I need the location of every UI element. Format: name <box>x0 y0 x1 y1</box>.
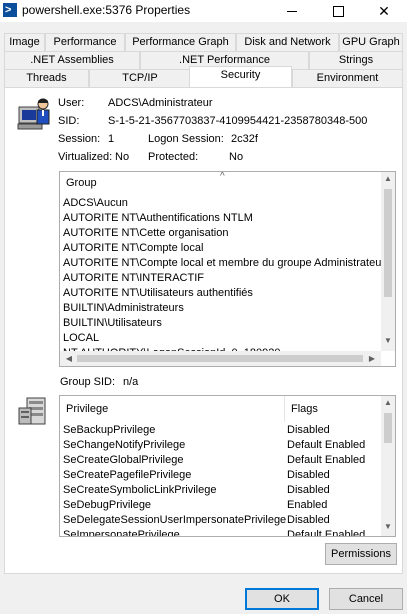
tab-strings[interactable]: Strings <box>309 51 403 69</box>
group-row[interactable]: AUTORITE NT\INTERACTIF <box>60 271 204 286</box>
group-row[interactable]: AUTORITE NT\Authentifications NTLM <box>60 211 253 226</box>
tab-performance-graph[interactable]: Performance Graph <box>125 33 236 51</box>
tab-performance[interactable]: Performance <box>45 33 125 51</box>
virtualized-label: Virtualized: <box>58 151 113 163</box>
privilege-row[interactable]: SeDelegateSessionUserImpersonatePrivileg… <box>60 513 286 528</box>
group-row[interactable]: LOCAL <box>60 331 99 346</box>
privilege-flags: Disabled <box>287 424 330 436</box>
tab-tcp-ip[interactable]: TCP/IP <box>89 69 191 87</box>
sort-ascending-icon: ^ <box>220 171 225 182</box>
title-bar[interactable]: > powershell.exe:5376 Properties ✕ <box>0 0 407 22</box>
permissions-button[interactable]: Permissions <box>325 543 397 565</box>
logon-session-value: 2c32f <box>231 133 258 145</box>
scroll-down-arrow-icon[interactable]: ▼ <box>381 522 395 531</box>
session-label: Session: <box>58 133 101 145</box>
privilege-flags: Disabled <box>287 469 330 481</box>
group-scroll-thumb[interactable] <box>384 189 392 297</box>
scroll-up-arrow-icon[interactable]: ▲ <box>381 174 395 183</box>
flags-column-header[interactable]: Flags <box>284 396 381 422</box>
user-at-computer-icon <box>17 97 53 131</box>
privilege-flags: Default Enabled <box>287 454 366 466</box>
privilege-row[interactable]: SeCreateSymbolicLinkPrivilege <box>60 483 283 498</box>
user-label: User: <box>58 97 85 109</box>
protected-value: No <box>229 151 244 163</box>
tab-disk-and-network[interactable]: Disk and Network <box>236 33 339 51</box>
privilege-row[interactable]: SeCreateGlobalPrivilege <box>60 453 283 468</box>
scroll-right-arrow-icon[interactable]: ▶ <box>365 354 379 363</box>
security-panel: User: ADCS\Administrateur SID: S-1-5-21-… <box>4 87 403 574</box>
group-sid-label: Group SID: <box>60 376 116 388</box>
group-row[interactable]: BUILTIN\Administrateurs <box>60 301 184 316</box>
group-row[interactable]: AUTORITE NT\Cette organisation <box>60 226 228 241</box>
privilege-flags: Default Enabled <box>287 439 366 451</box>
scroll-down-arrow-icon[interactable]: ▼ <box>381 336 395 345</box>
window-title: powershell.exe:5376 Properties <box>22 3 191 17</box>
sid-label: SID: <box>58 115 80 127</box>
privilege-list[interactable]: Privilege Flags SeBackupPrivilege Disabl… <box>59 395 396 537</box>
session-value: 1 <box>108 133 115 145</box>
tab-security[interactable]: Security <box>189 66 292 87</box>
group-horizontal-scrollbar[interactable]: ◀ ▶ <box>60 351 381 366</box>
server-stack-icon <box>17 396 49 428</box>
cancel-button[interactable]: Cancel <box>329 588 403 610</box>
privilege-row[interactable]: SeCreatePagefilePrivilege <box>60 468 283 483</box>
privilege-scroll-thumb[interactable] <box>384 413 392 443</box>
privilege-flags: Default Enabled <box>287 529 366 537</box>
privilege-flags: Disabled <box>287 514 330 526</box>
protected-label: Protected: <box>148 151 199 163</box>
group-vertical-scrollbar[interactable]: ▲ ▼ <box>381 172 395 351</box>
privilege-row[interactable]: SeChangeNotifyPrivilege <box>60 438 283 453</box>
group-row[interactable]: AUTORITE NT\Compte local et membre du gr… <box>60 256 390 271</box>
minimize-button[interactable] <box>269 0 315 22</box>
tab-net-assemblies[interactable]: .NET Assemblies <box>4 51 140 69</box>
group-list[interactable]: Group ^ ADCS\Aucun AUTORITE NT\Authentif… <box>59 171 396 367</box>
privilege-vertical-scrollbar[interactable]: ▲ ▼ <box>381 396 395 536</box>
tab-gpu-graph[interactable]: GPU Graph <box>339 33 403 51</box>
group-row[interactable]: BUILTIN\Utilisateurs <box>60 316 162 331</box>
privilege-row[interactable]: SeImpersonatePrivilege <box>60 528 283 536</box>
ok-button[interactable]: OK <box>245 588 319 610</box>
group-row[interactable]: AUTORITE NT\Compte local <box>60 241 203 256</box>
logon-session-label: Logon Session: <box>148 133 224 145</box>
privilege-flags: Enabled <box>287 499 328 511</box>
scroll-left-arrow-icon[interactable]: ◀ <box>62 354 76 363</box>
privilege-column-header[interactable]: Privilege <box>60 396 284 422</box>
privilege-row[interactable]: SeDebugPrivilege <box>60 498 283 513</box>
scroll-up-arrow-icon[interactable]: ▲ <box>381 398 395 407</box>
sid-value: S-1-5-21-3567703837-4109954421-235878034… <box>108 115 368 127</box>
tab-environment[interactable]: Environment <box>292 69 403 87</box>
group-row[interactable]: AUTORITE NT\Utilisateurs authentifiés <box>60 286 253 301</box>
virtualized-value: No <box>115 151 130 163</box>
group-sid-value: n/a <box>123 376 139 388</box>
group-row[interactable]: ADCS\Aucun <box>60 196 128 211</box>
group-hscroll-thumb[interactable] <box>77 355 363 362</box>
privilege-flags: Disabled <box>287 484 330 496</box>
group-column-header[interactable]: Group ^ <box>60 172 381 194</box>
privilege-row[interactable]: SeBackupPrivilege <box>60 423 283 438</box>
powershell-app-icon: > <box>3 3 17 17</box>
close-button[interactable]: ✕ <box>361 0 407 22</box>
tab-threads[interactable]: Threads <box>4 69 89 87</box>
maximize-button[interactable] <box>315 0 361 22</box>
user-value: ADCS\Administrateur <box>108 97 213 109</box>
tab-image[interactable]: Image <box>4 33 45 51</box>
dialog-footer: OK Cancel <box>0 578 407 614</box>
